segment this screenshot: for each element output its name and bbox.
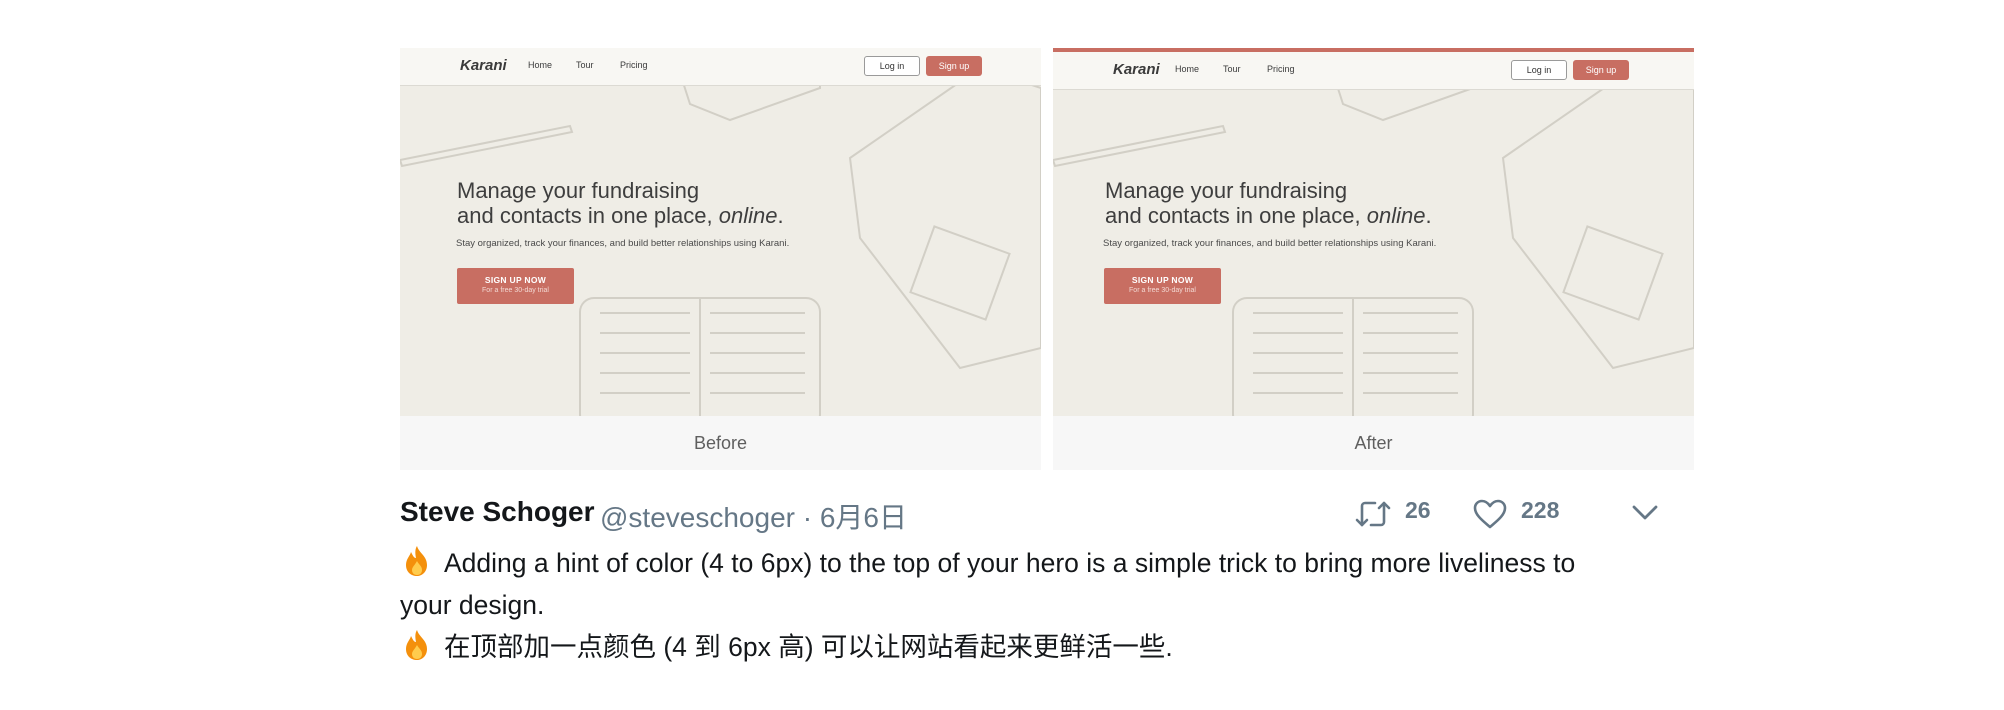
hero-title-line1: Manage your fundraising xyxy=(1105,178,1348,203)
before-panel: Karani Home Tour Pricing Log in Sign up … xyxy=(400,48,1041,470)
signup-button[interactable]: Sign up xyxy=(1573,60,1629,80)
nav-link-tour[interactable]: Tour xyxy=(1223,64,1241,74)
signup-button[interactable]: Sign up xyxy=(926,56,982,76)
hero-title: Manage your fundraising and contacts in … xyxy=(1105,178,1432,228)
after-screenshot: Karani Home Tour Pricing Log in Sign up … xyxy=(1053,48,1694,416)
before-screenshot: Karani Home Tour Pricing Log in Sign up … xyxy=(400,48,1041,416)
signup-now-button[interactable]: SIGN UP NOW For a free 30-day trial xyxy=(457,268,574,304)
site-nav: Karani Home Tour Pricing Log in Sign up xyxy=(1053,52,1694,90)
retweet-count: 26 xyxy=(1405,497,1431,523)
author-handle-date[interactable]: @steveschoger · 6月6日 xyxy=(600,496,907,536)
hero-subtitle: Stay organized, track your finances, and… xyxy=(456,238,790,249)
nav-link-home[interactable]: Home xyxy=(528,60,552,70)
author-name[interactable]: Steve Schoger xyxy=(400,496,595,528)
hero-title-emphasis: online xyxy=(1366,203,1426,228)
panel-caption: After xyxy=(1053,416,1694,470)
hero-title-line2-text: and contacts in one place, xyxy=(1105,203,1367,228)
site-logo[interactable]: Karani xyxy=(460,57,507,74)
tweet-line-3-text: 在顶部加一点颜色 (4 到 6px 高) 可以让网站看起来更鲜活一些. xyxy=(444,632,1173,662)
hero-title-line2: and contacts in one place, online. xyxy=(457,203,784,228)
hero-title-line2: and contacts in one place, online. xyxy=(1105,203,1432,228)
desk-sketch-illustration xyxy=(1053,48,1694,416)
retweet-icon[interactable] xyxy=(1355,499,1391,534)
hero-subtitle: Stay organized, track your finances, and… xyxy=(1103,238,1437,249)
hero-title-period: . xyxy=(1425,203,1432,228)
tweet-header: Steve Schoger @steveschoger · 6月6日 26 22… xyxy=(400,493,1680,533)
signup-now-button[interactable]: SIGN UP NOW For a free 30-day trial xyxy=(1104,268,1221,304)
desk-sketch-illustration xyxy=(400,48,1041,416)
like-count: 228 xyxy=(1521,497,1560,523)
tweet-line-1-text: Adding a hint of color (4 to 6px) to the… xyxy=(444,548,1576,578)
nav-link-pricing[interactable]: Pricing xyxy=(1267,64,1295,74)
cta-sub-label: For a free 30-day trial xyxy=(482,287,549,294)
login-button[interactable]: Log in xyxy=(864,56,920,76)
tweet-line-1: Adding a hint of color (4 to 6px) to the… xyxy=(400,542,1680,584)
after-panel: Karani Home Tour Pricing Log in Sign up … xyxy=(1053,48,1694,470)
nav-link-home[interactable]: Home xyxy=(1175,64,1199,74)
tweet-line-3: 在顶部加一点颜色 (4 到 6px 高) 可以让网站看起来更鲜活一些. xyxy=(400,626,1680,668)
hero-title-period: . xyxy=(777,203,784,228)
site-logo[interactable]: Karani xyxy=(1113,61,1160,78)
chevron-down-icon[interactable] xyxy=(1630,503,1660,528)
hero-title-emphasis: online xyxy=(718,203,778,228)
hero-accent-bar xyxy=(1053,48,1694,52)
like-heart-icon[interactable] xyxy=(1473,499,1507,534)
comparison-panels: Karani Home Tour Pricing Log in Sign up … xyxy=(400,48,1694,470)
nav-link-tour[interactable]: Tour xyxy=(576,60,594,70)
cta-sub-label: For a free 30-day trial xyxy=(1129,287,1196,294)
fire-icon xyxy=(406,630,427,660)
nav-link-pricing[interactable]: Pricing xyxy=(620,60,648,70)
tweet-text: Adding a hint of color (4 to 6px) to the… xyxy=(400,542,1680,668)
hero-title-line2-text: and contacts in one place, xyxy=(457,203,719,228)
hero-title: Manage your fundraising and contacts in … xyxy=(457,178,784,228)
site-nav: Karani Home Tour Pricing Log in Sign up xyxy=(400,48,1041,86)
cta-main-label: SIGN UP NOW xyxy=(1131,275,1194,285)
login-button[interactable]: Log in xyxy=(1511,60,1567,80)
hero-title-line1: Manage your fundraising xyxy=(457,178,700,203)
cta-main-label: SIGN UP NOW xyxy=(484,275,547,285)
fire-icon xyxy=(406,546,427,576)
panel-caption: Before xyxy=(400,416,1041,470)
tweet-line-2: your design. xyxy=(400,590,545,620)
